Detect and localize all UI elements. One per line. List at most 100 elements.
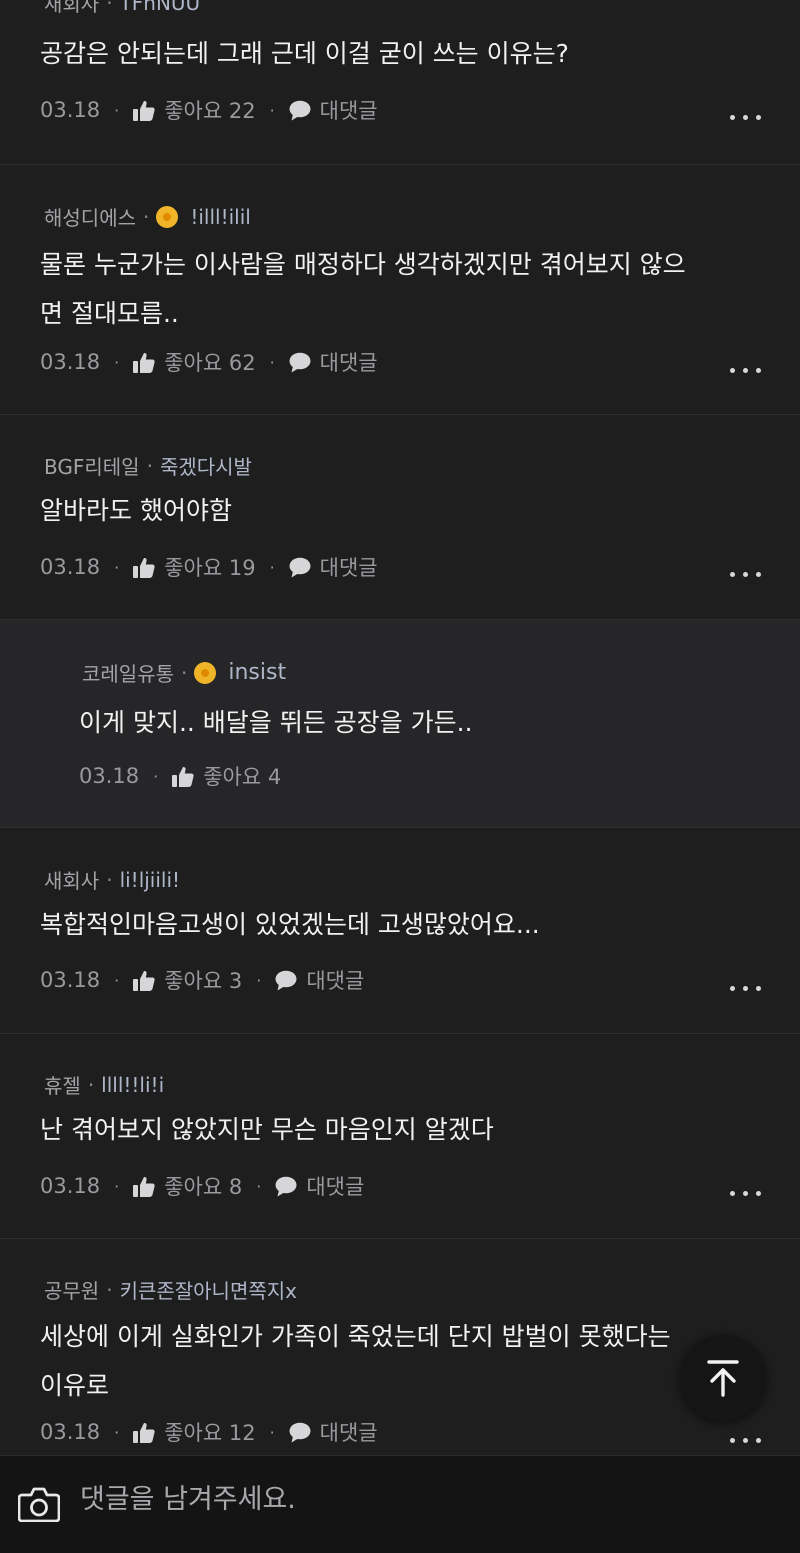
like-button[interactable]: 좋아요 19 [133, 552, 256, 582]
action-separator: · [269, 557, 275, 577]
action-separator: · [114, 352, 120, 372]
like-button[interactable]: 좋아요 22 [133, 95, 256, 125]
comment-actions: 03.18 · 좋아요 12 · 대댓글 [40, 1417, 378, 1447]
author-nickname: insist [228, 660, 287, 685]
like-button[interactable]: 좋아요 4 [172, 761, 281, 791]
like-button[interactable]: 좋아요 12 [133, 1417, 256, 1447]
action-separator: · [114, 100, 120, 120]
like-count: 좋아요 19 [164, 556, 256, 580]
comment-author[interactable]: 공무원 · 키큰존잘아니면쪽지x [44, 1275, 297, 1304]
comment-text: 난 겪어보지 않았지만 무슨 마음인지 알겠다 [40, 1115, 494, 1144]
author-nickname: llll!!li!i [101, 1072, 165, 1097]
action-separator: · [269, 352, 275, 372]
comment-text: 물론 누군가는 이사람을 매정하다 생각하겠지만 겪어보지 않으 면 절대모름.… [40, 250, 686, 328]
more-dot [756, 1191, 761, 1196]
more-dot [743, 986, 748, 991]
reply-button[interactable]: 대댓글 [289, 347, 378, 377]
comment-actions: 03.18 · 좋아요 19 · 대댓글 [40, 552, 378, 582]
comment-actions: 03.18 · 좋아요 4 [79, 761, 281, 791]
action-separator: · [114, 1422, 120, 1442]
reply-button[interactable]: 대댓글 [275, 1171, 364, 1201]
like-count: 좋아요 3 [164, 969, 243, 993]
author-company: 해성디에스 [44, 206, 136, 230]
meta-separator: · [146, 453, 153, 478]
speech-bubble-icon [289, 1422, 311, 1442]
action-separator: · [153, 766, 159, 786]
like-count: 좋아요 22 [164, 99, 256, 123]
more-dot [743, 1191, 748, 1196]
action-separator: · [269, 100, 275, 120]
comment-item: 새회사 · li!ljiili! 복합적인마음고생이 있었겠는데 고생많았어요.… [0, 828, 800, 1034]
meta-separator: · [87, 1072, 95, 1097]
more-dot [743, 368, 748, 373]
action-separator: · [114, 970, 120, 990]
comment-item: BGF리테일 · 죽겠다시발 알바라도 했어야함 03.18 · 좋아요 19 … [0, 415, 800, 620]
author-nickname: 죽겠다시발 [159, 455, 252, 479]
more-options-button[interactable] [730, 112, 762, 122]
action-separator: · [114, 557, 120, 577]
more-options-button[interactable] [730, 569, 762, 579]
more-dot [730, 1438, 735, 1443]
comment-date: 03.18 [40, 98, 101, 122]
like-count: 좋아요 8 [164, 1175, 243, 1199]
comment-actions: 03.18 · 좋아요 62 · 대댓글 [40, 347, 378, 377]
reply-button[interactable]: 대댓글 [289, 552, 378, 582]
more-options-button[interactable] [730, 1188, 762, 1198]
thumbs-up-icon [133, 557, 155, 578]
more-dot [730, 572, 735, 577]
comment-composer [0, 1455, 800, 1553]
thumbs-up-icon [133, 1422, 155, 1443]
reply-button[interactable]: 대댓글 [275, 965, 364, 995]
comment-author[interactable]: 해성디에스 · !illl!ilil [44, 202, 251, 231]
more-dot [743, 1438, 748, 1443]
more-dot [756, 986, 761, 991]
reply-label: 대댓글 [319, 99, 378, 123]
comment-actions: 03.18 · 좋아요 8 · 대댓글 [40, 1171, 364, 1201]
author-company: 새회사 [44, 0, 100, 16]
level-badge-icon [156, 205, 179, 228]
more-options-button[interactable] [730, 365, 762, 375]
comment-author[interactable]: 코레일유통 · insist [82, 658, 286, 687]
more-dot [743, 572, 748, 577]
like-button[interactable]: 좋아요 3 [133, 965, 242, 995]
action-separator: · [256, 970, 262, 990]
comment-date: 03.18 [40, 1420, 101, 1444]
author-nickname: 키큰존잘아니면쪽지x [119, 1279, 297, 1303]
comment-author[interactable]: 새회사 · li!ljiili! [44, 865, 180, 894]
comment-input[interactable] [80, 1484, 680, 1515]
like-count: 좋아요 12 [164, 1421, 256, 1445]
thumbs-up-icon [133, 352, 155, 373]
like-button[interactable]: 좋아요 8 [133, 1171, 242, 1201]
more-options-button[interactable] [730, 983, 762, 993]
meta-separator: · [106, 0, 113, 15]
reply-label: 대댓글 [319, 1421, 378, 1445]
more-options-button[interactable] [730, 1435, 762, 1445]
speech-bubble-icon [289, 557, 311, 577]
reply-button[interactable]: 대댓글 [289, 95, 378, 125]
speech-bubble-icon [289, 352, 311, 372]
comment-date: 03.18 [40, 555, 101, 579]
comment-author[interactable]: BGF리테일 · 죽겠다시발 [44, 451, 252, 480]
comment-text: 세상에 이게 실화인가 가족이 죽었는데 단지 밥벌이 못했다는 이유로 [40, 1322, 671, 1400]
author-nickname: li!ljiili! [119, 867, 181, 892]
reply-label: 대댓글 [319, 351, 378, 375]
reply-button[interactable]: 대댓글 [289, 1417, 378, 1447]
camera-button[interactable] [17, 1486, 61, 1526]
comment-date: 03.18 [40, 1174, 101, 1198]
reply-label: 대댓글 [306, 969, 365, 993]
speech-bubble-icon [289, 100, 311, 120]
author-company: 코레일유통 [82, 662, 174, 686]
action-separator: · [114, 1176, 120, 1196]
author-nickname: TFhNUU [119, 0, 201, 15]
more-dot [730, 115, 735, 120]
thumbs-up-icon [133, 100, 155, 121]
author-company: BGF리테일 [44, 455, 140, 479]
speech-bubble-icon [275, 1176, 297, 1196]
comment-author[interactable]: 새회사 · TFhNUU [44, 0, 200, 17]
comment-author[interactable]: 휴젤 · llll!!li!i [44, 1070, 164, 1099]
more-dot [743, 115, 748, 120]
scroll-to-top-button[interactable] [680, 1335, 766, 1421]
comment-actions: 03.18 · 좋아요 22 · 대댓글 [40, 95, 378, 125]
like-button[interactable]: 좋아요 62 [133, 347, 256, 377]
comment-text: 알바라도 했어야함 [40, 496, 232, 525]
